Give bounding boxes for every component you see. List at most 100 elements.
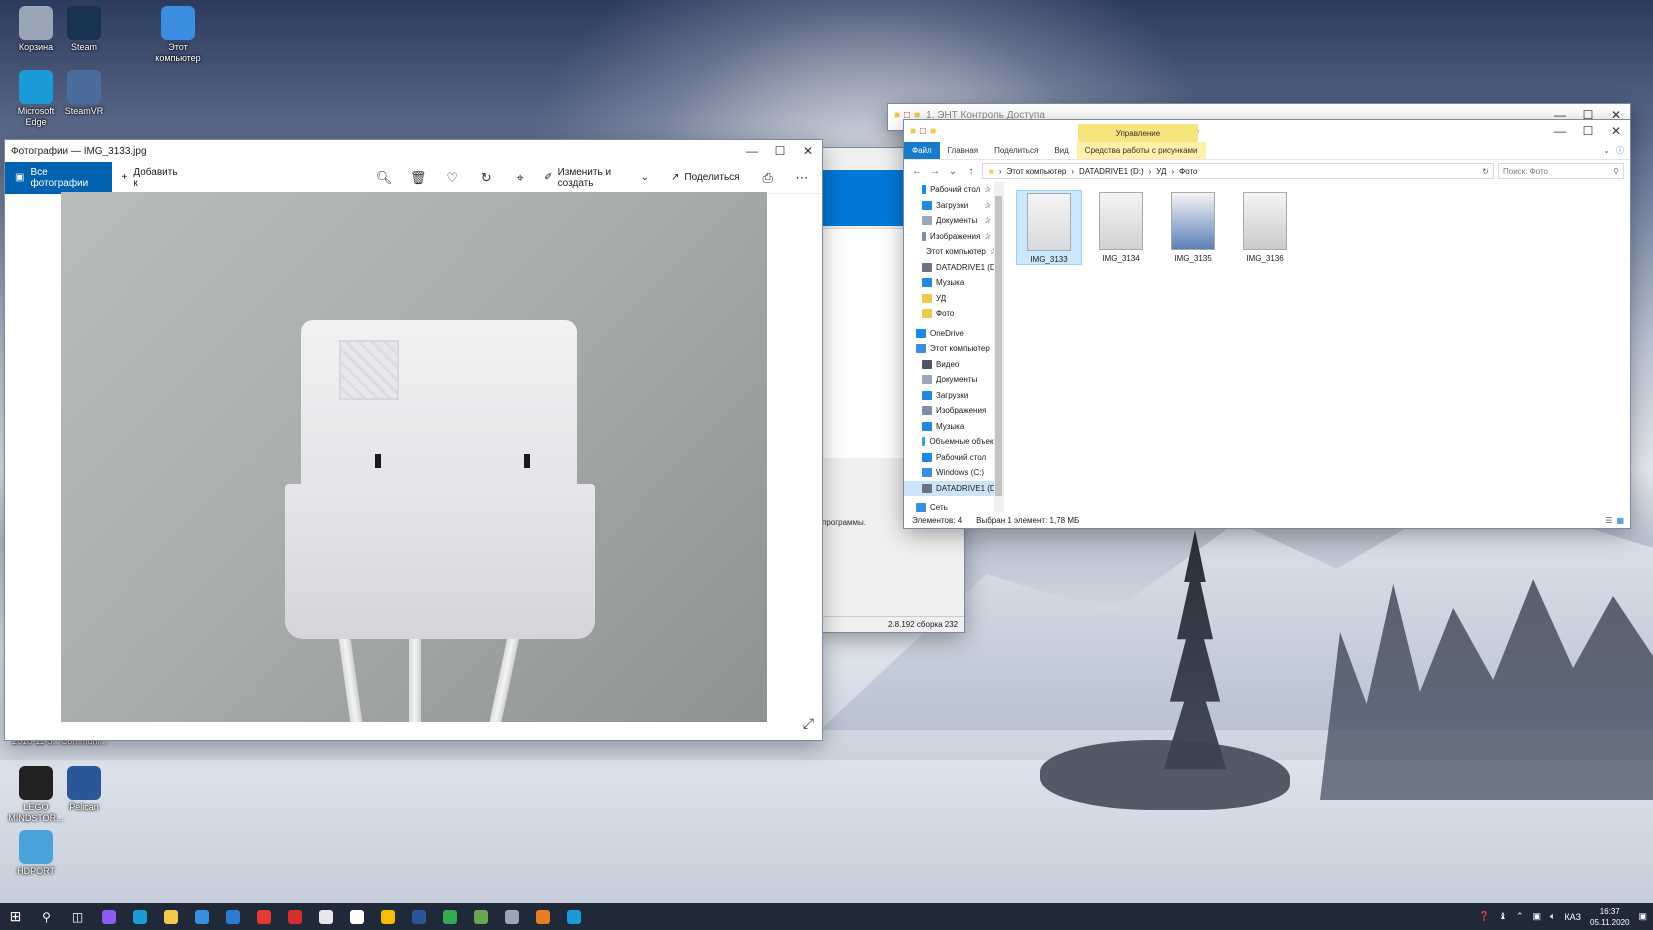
task-view-icon[interactable]: ◫ (62, 903, 93, 930)
zoom-icon[interactable]: 🔍︎ (368, 162, 400, 194)
rotate-icon[interactable]: ↻ (470, 162, 502, 194)
breadcrumb-ud[interactable]: УД (1156, 167, 1166, 176)
cortana-app-icon[interactable] (93, 903, 124, 930)
yandex-app-icon[interactable] (248, 903, 279, 930)
clock[interactable]: 16:37 05.11.2020 (1590, 906, 1629, 928)
crop-icon[interactable]: ⌖ (504, 162, 536, 194)
tree-item[interactable]: Изображения ✰ (904, 229, 1003, 245)
tree-item[interactable]: Сеть (904, 500, 1003, 512)
explorer-titlebar[interactable]: ■ □ ■ Фото — ☐ ✕ (904, 120, 1630, 142)
tree-item[interactable]: Документы ✰ (904, 213, 1003, 229)
navigation-pane[interactable]: Рабочий стол ✰ Загрузки ✰ Документы ✰ Изображе… (904, 182, 1004, 512)
minimize-button[interactable]: — (738, 140, 766, 162)
language-indicator[interactable]: КАЗ (1564, 912, 1581, 922)
mosaic-app-icon[interactable] (527, 903, 558, 930)
desktop-icon[interactable]: SteamVR (56, 70, 112, 117)
up-arrow-icon[interactable]: ↑ (964, 166, 978, 177)
chrome-app-icon[interactable] (372, 903, 403, 930)
tab-share[interactable]: Поделиться (986, 142, 1046, 159)
forward-arrow-icon[interactable]: → (928, 166, 942, 177)
tree-item[interactable]: Изображения (904, 403, 1003, 419)
chevron-up-icon[interactable]: ⌃ (1516, 911, 1524, 922)
tree-item[interactable]: Фото (904, 306, 1003, 322)
file-tile[interactable]: IMG_3135 (1160, 190, 1226, 263)
edit-create-button[interactable]: ✐ Изменить и создать ⌄ (536, 167, 657, 189)
search-input[interactable]: Поиск: Фото ⚲ (1498, 163, 1624, 179)
photos-window[interactable]: Фотографии — IMG_3133.jpg — ☐ ✕ ▣ Все фо… (5, 140, 822, 740)
edge-app-icon[interactable] (124, 903, 155, 930)
desktop-icon[interactable]: Steam (56, 6, 112, 53)
file-tile[interactable]: IMG_3136 (1232, 190, 1298, 263)
delete-icon[interactable]: 🗑︎ (402, 162, 434, 194)
refresh-icon[interactable]: ↻ (1482, 167, 1493, 176)
opera-app-icon[interactable] (279, 903, 310, 930)
photos-app-icon[interactable] (558, 903, 589, 930)
minimize-button[interactable]: — (1546, 120, 1574, 142)
help-icon[interactable]: ⓘ (1616, 145, 1624, 156)
people-icon[interactable]: ♝ (1499, 911, 1507, 922)
tree-item[interactable]: DATADRIVE1 (D:) (904, 480, 1003, 496)
maximize-button[interactable]: ☐ (766, 140, 794, 162)
desktop-icon[interactable]: Pelican (56, 766, 112, 813)
close-button[interactable]: ✕ (794, 140, 822, 162)
tiles-view-icon[interactable]: ▦ (1616, 516, 1624, 525)
word-app-icon[interactable] (403, 903, 434, 930)
tree-item[interactable]: Этот компьютер✰ (904, 244, 1003, 260)
tree-item[interactable]: Видео (904, 357, 1003, 373)
explorer-app-icon[interactable] (155, 903, 186, 930)
chrome2-app-icon[interactable] (434, 903, 465, 930)
navigation-scrollbar[interactable] (994, 182, 1003, 512)
more-icon[interactable]: ⋯ (788, 162, 816, 194)
tree-item[interactable]: DATADRIVE1 (D:) (904, 260, 1003, 276)
start-icon[interactable]: ⊞ (0, 903, 31, 930)
details-view-icon[interactable]: ☰ (1605, 516, 1612, 525)
tree-item[interactable]: Этот компьютер (904, 341, 1003, 357)
tree-item[interactable]: Windows (C:) (904, 465, 1003, 481)
photo-image[interactable] (61, 192, 767, 722)
file-tile[interactable]: IMG_3133 (1016, 190, 1082, 265)
heart-icon[interactable]: ♡ (436, 162, 468, 194)
close-button[interactable]: ✕ (1602, 120, 1630, 142)
manage-tab-header[interactable]: Управление (1078, 124, 1198, 142)
tool-app-icon[interactable] (496, 903, 527, 930)
tree-item[interactable]: Объемные объекты (904, 434, 1003, 450)
game-app-icon[interactable] (465, 903, 496, 930)
add-to-button[interactable]: + Добавить к (112, 162, 191, 194)
mail-app-icon[interactable] (217, 903, 248, 930)
all-photos-button[interactable]: ▣ Все фотографии (5, 161, 112, 194)
share-button[interactable]: ↗ Поделиться (663, 172, 748, 183)
breadcrumb-drive[interactable]: DATADRIVE1 (D:) (1079, 167, 1144, 176)
chevron-down-icon[interactable]: ⌄ (1603, 146, 1610, 155)
tree-item[interactable]: Музыка (904, 275, 1003, 291)
tree-item[interactable]: Загрузки (904, 388, 1003, 404)
maximize-button[interactable]: ☐ (1574, 120, 1602, 142)
tree-item[interactable]: Загрузки ✰ (904, 198, 1003, 214)
tree-item[interactable]: УД (904, 291, 1003, 307)
file-view[interactable]: IMG_3133 IMG_3134 IMG_3135 IMG_3136 (1004, 182, 1630, 512)
file-tile[interactable]: IMG_3134 (1088, 190, 1154, 263)
volume-icon[interactable]: 🔈︎ (1550, 911, 1555, 922)
help-icon[interactable]: ❓ (1479, 911, 1490, 922)
network-icon[interactable]: ▣ (1533, 911, 1542, 922)
tab-file[interactable]: Файл (904, 142, 940, 159)
desktop-icon[interactable]: HDPORT (8, 830, 64, 877)
tree-item[interactable]: Документы (904, 372, 1003, 388)
tree-item[interactable]: Рабочий стол ✰ (904, 182, 1003, 198)
tab-picture-tools[interactable]: Средства работы с рисунками (1076, 142, 1206, 159)
recent-chevron-icon[interactable]: ⌄ (946, 166, 960, 177)
tab-home[interactable]: Главная (940, 142, 986, 159)
fullscreen-icon[interactable]: ⤢ (803, 715, 814, 732)
scroll-thumb[interactable] (995, 196, 1002, 496)
photos-titlebar[interactable]: Фотографии — IMG_3133.jpg — ☐ ✕ (5, 140, 822, 162)
print-icon[interactable]: ⎙ (754, 162, 782, 194)
notifications-icon[interactable]: ▣ (1638, 911, 1647, 922)
search-icon[interactable]: ⚲ (31, 903, 62, 930)
explorer-window[interactable]: ■ □ ■ Фото — ☐ ✕ Управление Файл Главная… (904, 120, 1630, 528)
tree-item[interactable]: Музыка (904, 419, 1003, 435)
yandex-browser-app-icon[interactable] (341, 903, 372, 930)
tab-view[interactable]: Вид (1046, 142, 1076, 159)
address-bar[interactable]: ■ › Этот компьютер › DATADRIVE1 (D:) › У… (982, 163, 1494, 179)
back-arrow-icon[interactable]: ← (910, 166, 924, 177)
desktop-icon[interactable]: Этот компьютер (150, 6, 206, 64)
breadcrumb-this-pc[interactable]: Этот компьютер (1007, 167, 1067, 176)
